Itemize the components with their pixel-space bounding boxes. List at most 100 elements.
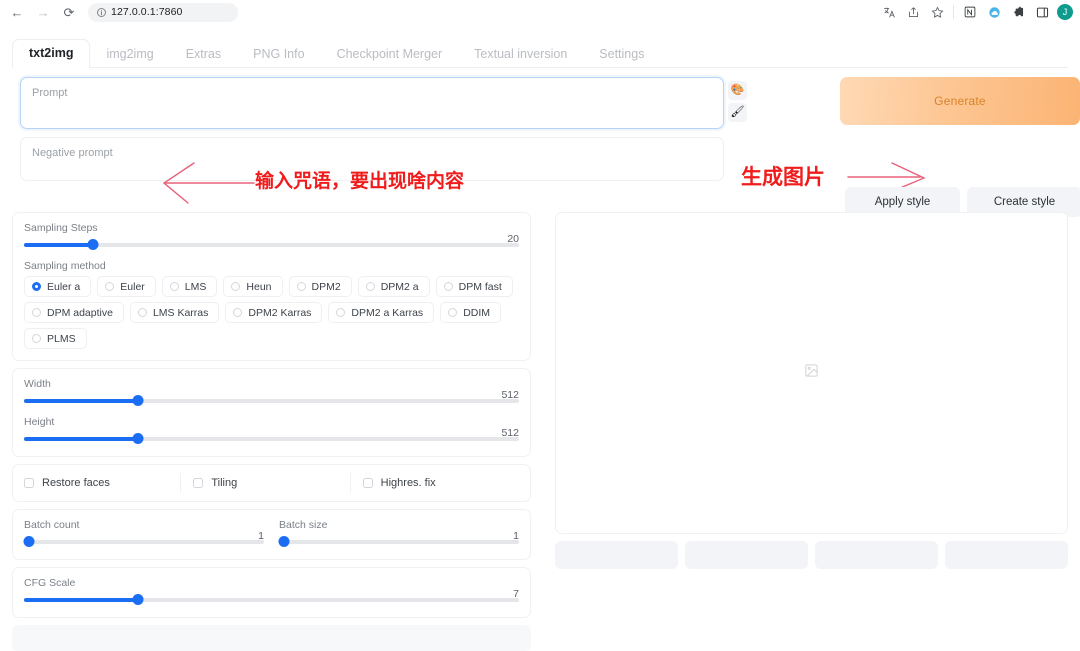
- save-button-stub[interactable]: [555, 541, 678, 569]
- radio-dot-icon: [32, 334, 41, 343]
- radio-dot-icon: [366, 282, 375, 291]
- checkbox-highres-fix[interactable]: Highres. fix: [350, 473, 519, 493]
- generate-button[interactable]: Generate: [840, 77, 1080, 125]
- checkbox-label: Highres. fix: [381, 477, 436, 489]
- batch-card: Batch count 1 Batch size 1: [12, 509, 531, 560]
- avatar[interactable]: J: [1057, 4, 1073, 20]
- checkbox-restore-faces[interactable]: Restore faces: [24, 473, 180, 493]
- radio-label: LMS Karras: [153, 307, 208, 319]
- slider-thumb[interactable]: [23, 536, 34, 547]
- radio-dpm2-a-karras[interactable]: DPM2 a Karras: [328, 302, 434, 323]
- output-gallery[interactable]: [555, 212, 1068, 534]
- radio-label: Euler: [120, 281, 145, 293]
- slider-track: [279, 540, 519, 544]
- radio-dpm2[interactable]: DPM2: [289, 276, 352, 297]
- radio-dpm-fast[interactable]: DPM fast: [436, 276, 513, 297]
- sampling-steps-field: Sampling Steps 20: [24, 222, 519, 251]
- forward-arrow-icon: →: [30, 1, 56, 23]
- cloud-extension-icon[interactable]: [982, 1, 1006, 23]
- radio-label: PLMS: [47, 333, 76, 345]
- tab-settings[interactable]: Settings: [583, 41, 660, 68]
- radio-label: DPM adaptive: [47, 307, 113, 319]
- batch-count-slider[interactable]: [24, 536, 264, 548]
- tab-txt2img[interactable]: txt2img: [12, 39, 90, 68]
- tab-checkpoint-merger[interactable]: Checkpoint Merger: [321, 41, 459, 68]
- slider-fill: [24, 598, 138, 602]
- gallery-action-buttons: [555, 541, 1068, 569]
- cfg-scale-slider[interactable]: [24, 594, 519, 606]
- radio-plms[interactable]: PLMS: [24, 328, 87, 349]
- browser-toolbar: ← → ⟳ i 127.0.0.1:7860: [0, 0, 1080, 24]
- send-to-inpaint-stub[interactable]: [945, 541, 1068, 569]
- radio-dot-icon: [297, 282, 306, 291]
- paintbrush-icon[interactable]: 🖌: [728, 103, 747, 122]
- radio-dpm2-a[interactable]: DPM2 a: [358, 276, 430, 297]
- tab-img2img[interactable]: img2img: [90, 41, 169, 68]
- radio-label: DPM fast: [459, 281, 502, 293]
- checkbox-icon: [193, 478, 203, 488]
- radio-label: DDIM: [463, 307, 490, 319]
- puzzle-extensions-icon[interactable]: [1006, 1, 1030, 23]
- radio-label: DPM2 a: [381, 281, 419, 293]
- radio-ddim[interactable]: DDIM: [440, 302, 501, 323]
- radio-label: DPM2 a Karras: [351, 307, 423, 319]
- bookmark-star-icon[interactable]: [925, 1, 949, 23]
- height-slider[interactable]: [24, 433, 519, 445]
- address-bar[interactable]: i 127.0.0.1:7860: [88, 3, 238, 22]
- radio-dpm2-karras[interactable]: DPM2 Karras: [225, 302, 322, 323]
- negative-prompt-placeholder: Negative prompt: [32, 147, 113, 159]
- height-field: Height 512: [24, 416, 519, 445]
- reload-icon[interactable]: ⟳: [56, 1, 82, 23]
- back-arrow-icon[interactable]: ←: [4, 1, 30, 23]
- sampling-method-field: Sampling method Euler a Euler LMS: [24, 260, 519, 349]
- tab-textual-inversion[interactable]: Textual inversion: [458, 41, 583, 68]
- cfg-scale-field: CFG Scale 7: [24, 577, 519, 606]
- radio-heun[interactable]: Heun: [223, 276, 282, 297]
- slider-fill: [24, 399, 138, 403]
- palette-icon[interactable]: 🎨: [728, 81, 747, 100]
- site-info-icon[interactable]: i: [97, 8, 106, 17]
- prompt-zone: Prompt Negative prompt 输入咒语，要出现啥内容 输入咒语，…: [12, 77, 1068, 191]
- batch-size-label: Batch size: [279, 519, 519, 531]
- radio-dpm-adaptive[interactable]: DPM adaptive: [24, 302, 124, 323]
- tab-extras[interactable]: Extras: [170, 41, 237, 68]
- radio-dot-icon: [32, 282, 41, 291]
- prompt-input[interactable]: Prompt: [20, 77, 724, 129]
- width-slider[interactable]: [24, 395, 519, 407]
- radio-euler-a[interactable]: Euler a: [24, 276, 91, 297]
- send-to-img2img-stub[interactable]: [815, 541, 938, 569]
- notion-extension-icon[interactable]: [958, 1, 982, 23]
- slider-thumb[interactable]: [132, 395, 143, 406]
- sampling-method-label: Sampling method: [24, 260, 519, 272]
- slider-track: [24, 540, 264, 544]
- slider-fill: [24, 243, 93, 247]
- width-label: Width: [24, 378, 519, 390]
- slider-thumb[interactable]: [132, 594, 143, 605]
- sampling-steps-slider[interactable]: [24, 239, 519, 251]
- webui-app: txt2img img2img Extras PNG Info Checkpoi…: [0, 24, 1080, 561]
- translate-icon[interactable]: [877, 1, 901, 23]
- annotation-text-positive: 输入咒语，要出现啥内容: [255, 166, 464, 193]
- radio-dot-icon: [448, 308, 457, 317]
- zip-button-stub[interactable]: [685, 541, 808, 569]
- checkbox-icon: [24, 478, 34, 488]
- radio-dot-icon: [444, 282, 453, 291]
- slider-thumb[interactable]: [278, 536, 289, 547]
- radio-lms[interactable]: LMS: [162, 276, 218, 297]
- radio-dot-icon: [170, 282, 179, 291]
- radio-dot-icon: [336, 308, 345, 317]
- radio-label: DPM2: [312, 281, 341, 293]
- radio-lms-karras[interactable]: LMS Karras: [130, 302, 219, 323]
- prompt-placeholder: Prompt: [32, 87, 67, 99]
- share-icon[interactable]: [901, 1, 925, 23]
- checkbox-icon: [363, 478, 373, 488]
- batch-size-field: Batch size 1: [279, 519, 519, 548]
- width-field: Width 512: [24, 378, 519, 407]
- checkbox-tiling[interactable]: Tiling: [180, 473, 349, 493]
- slider-thumb[interactable]: [132, 433, 143, 444]
- side-panel-icon[interactable]: [1030, 1, 1054, 23]
- radio-euler[interactable]: Euler: [97, 276, 156, 297]
- tab-png-info[interactable]: PNG Info: [237, 41, 320, 68]
- slider-thumb[interactable]: [88, 239, 99, 250]
- batch-size-slider[interactable]: [279, 536, 519, 548]
